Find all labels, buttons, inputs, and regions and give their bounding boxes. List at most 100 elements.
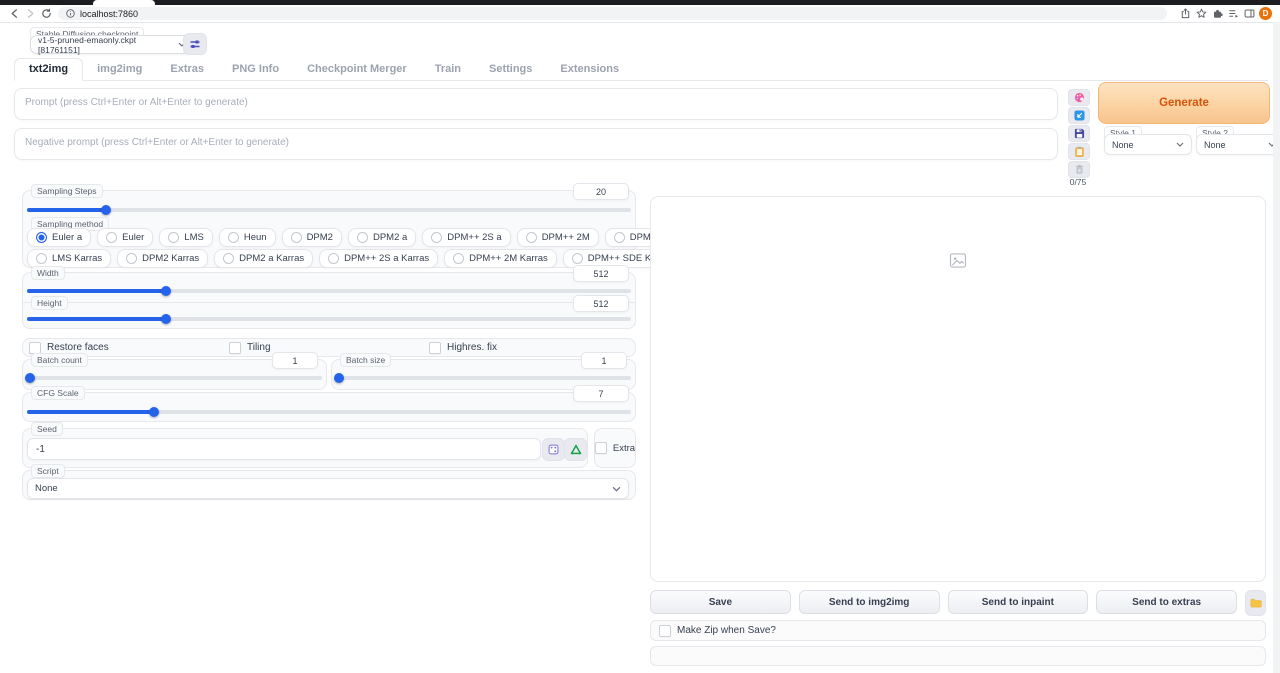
sampler-label: DPM2 Karras xyxy=(142,253,199,264)
slider-handle[interactable] xyxy=(149,407,159,417)
bookmark-star-icon[interactable] xyxy=(1193,6,1209,22)
back-icon[interactable] xyxy=(6,6,22,22)
restore-faces-label: Restore faces xyxy=(47,342,109,353)
open-output-folder-button[interactable] xyxy=(1245,590,1266,616)
slider-handle[interactable] xyxy=(101,205,111,215)
batch-size-label: Batch size xyxy=(340,353,391,367)
script-dropdown[interactable]: None xyxy=(27,478,629,499)
reuse-seed-button[interactable] xyxy=(564,438,587,461)
style1-value: None xyxy=(1112,140,1134,150)
media-controls-icon[interactable] xyxy=(1225,6,1241,22)
extensions-puzzle-icon[interactable] xyxy=(1209,6,1225,22)
style2-value: None xyxy=(1204,140,1226,150)
save-style-button[interactable] xyxy=(1068,125,1090,142)
height-label: Height xyxy=(31,296,68,310)
prompt-input[interactable] xyxy=(14,88,1058,120)
sampler-dpm2-karras[interactable]: DPM2 Karras xyxy=(117,249,208,268)
folder-icon xyxy=(1250,598,1262,608)
checkbox-icon xyxy=(429,342,441,354)
size-group: Width Height xyxy=(22,272,636,329)
negative-prompt-input[interactable] xyxy=(14,128,1058,160)
send-to-img2img-button[interactable]: Send to img2img xyxy=(799,590,940,614)
tab-img2img[interactable]: img2img xyxy=(83,59,156,80)
cfg-scale-slider[interactable] xyxy=(27,410,631,414)
style2-dropdown[interactable]: None xyxy=(1196,134,1280,155)
save-button[interactable]: Save xyxy=(650,590,791,614)
tab-checkpoint-merger[interactable]: Checkpoint Merger xyxy=(293,59,421,80)
sampler-label: DPM++ 2M xyxy=(542,232,590,243)
sampler-euler-a[interactable]: Euler a xyxy=(27,228,91,247)
height-slider[interactable] xyxy=(27,317,631,321)
tab-extras[interactable]: Extras xyxy=(156,59,218,80)
slider-handle[interactable] xyxy=(161,286,171,296)
extra-checkbox[interactable]: Extra xyxy=(595,442,635,454)
random-seed-button[interactable] xyxy=(542,438,565,461)
cfg-scale-label: CFG Scale xyxy=(31,386,85,400)
side-panel-icon[interactable] xyxy=(1241,6,1257,22)
recycle-icon xyxy=(570,444,582,455)
make-zip-checkbox[interactable]: Make Zip when Save? xyxy=(659,625,776,637)
seed-input[interactable] xyxy=(27,438,541,460)
sampler-dpm-2m[interactable]: DPM++ 2M xyxy=(517,228,599,247)
send-to-extras-button[interactable]: Send to extras xyxy=(1096,590,1237,614)
tab-settings[interactable]: Settings xyxy=(475,59,546,80)
sampler-heun[interactable]: Heun xyxy=(219,228,276,247)
slider-handle[interactable] xyxy=(25,373,35,383)
reload-icon[interactable] xyxy=(38,6,54,22)
height-value[interactable] xyxy=(573,295,629,312)
url-bar[interactable]: localhost:7860 xyxy=(58,7,1167,20)
paste-generation-params-button[interactable] xyxy=(1068,107,1090,124)
restore-faces-checkbox[interactable]: Restore faces xyxy=(29,342,229,354)
width-slider[interactable] xyxy=(27,289,631,293)
send-to-inpaint-button[interactable]: Send to inpaint xyxy=(948,590,1089,614)
sampler-dpm2-a-karras[interactable]: DPM2 a Karras xyxy=(214,249,313,268)
tab-png-info[interactable]: PNG Info xyxy=(218,59,293,80)
sampler-lms[interactable]: LMS xyxy=(159,228,213,247)
apply-style-button[interactable] xyxy=(1068,143,1090,160)
clear-prompt-button[interactable] xyxy=(1068,161,1090,178)
seed-label: Seed xyxy=(31,422,63,436)
random-artist-button[interactable] xyxy=(1068,89,1090,106)
batch-count-value[interactable] xyxy=(272,352,318,369)
scrollbar[interactable] xyxy=(1273,22,1280,673)
slider-fill xyxy=(27,317,166,321)
sampling-steps-value[interactable] xyxy=(573,183,629,200)
checkbox-icon xyxy=(659,625,671,637)
sampler-dpm2-a[interactable]: DPM2 a xyxy=(348,228,416,247)
sampler-dpm-2s-a-karras[interactable]: DPM++ 2S a Karras xyxy=(319,249,438,268)
slider-handle[interactable] xyxy=(161,314,171,324)
tab-extensions[interactable]: Extensions xyxy=(546,59,633,80)
sampler-label: DPM++ 2S a Karras xyxy=(344,253,429,264)
sampler-dpm2[interactable]: DPM2 xyxy=(282,228,342,247)
cfg-scale-value[interactable] xyxy=(573,385,629,402)
generate-button[interactable]: Generate xyxy=(1098,82,1270,124)
generation-info-box xyxy=(650,646,1266,666)
tiling-checkbox[interactable]: Tiling xyxy=(229,342,429,354)
forward-icon[interactable] xyxy=(22,6,38,22)
sampler-dpm-2m-karras[interactable]: DPM++ 2M Karras xyxy=(444,249,557,268)
slider-handle[interactable] xyxy=(334,373,344,383)
output-gallery xyxy=(650,196,1266,582)
width-value[interactable] xyxy=(573,265,629,282)
url-text: localhost:7860 xyxy=(80,9,138,19)
sampling-steps-slider[interactable] xyxy=(27,208,631,212)
batch-count-slider[interactable] xyxy=(27,376,322,380)
script-group: Script None xyxy=(22,470,636,500)
tab-train[interactable]: Train xyxy=(421,59,475,80)
sampler-dpm-2s-a[interactable]: DPM++ 2S a xyxy=(422,228,510,247)
arrow-southwest-icon xyxy=(1074,110,1085,121)
sampling-group: Sampling Steps Sampling method Euler aEu… xyxy=(22,190,636,268)
sampler-euler[interactable]: Euler xyxy=(97,228,153,247)
batch-size-slider[interactable] xyxy=(336,376,631,380)
batch-size-value[interactable] xyxy=(581,352,627,369)
checkpoint-value: v1-5-pruned-emaonly.ckpt [81761151] xyxy=(38,35,178,55)
refresh-checkpoints-button[interactable] xyxy=(183,33,207,55)
image-placeholder-icon xyxy=(950,253,967,268)
site-info-icon[interactable] xyxy=(66,9,75,18)
sampler-label: DPM++ 2S a xyxy=(447,232,501,243)
checkpoint-dropdown[interactable]: v1-5-pruned-emaonly.ckpt [81761151] xyxy=(30,35,194,54)
profile-avatar[interactable]: D xyxy=(1259,7,1272,20)
tab-txt2img[interactable]: txt2img xyxy=(14,58,83,81)
style1-dropdown[interactable]: None xyxy=(1104,134,1192,155)
share-icon[interactable] xyxy=(1177,6,1193,22)
